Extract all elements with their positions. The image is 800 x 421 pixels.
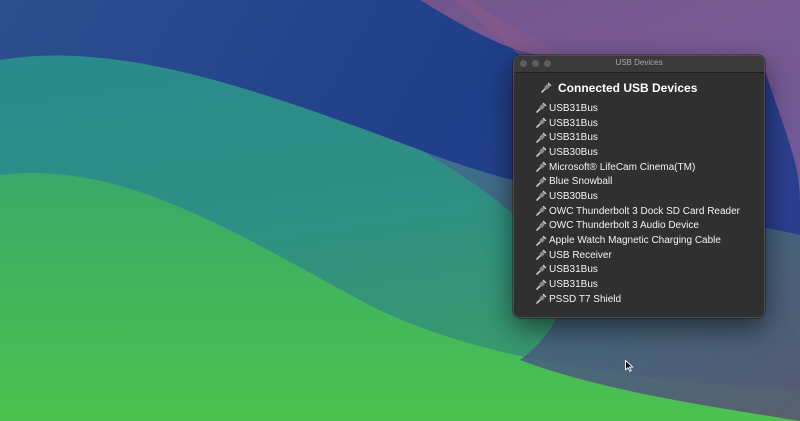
device-list-item: Blue Snowball <box>535 174 764 189</box>
window-title: USB Devices <box>615 58 663 67</box>
usb-plug-icon <box>540 82 552 94</box>
usb-devices-window[interactable]: USB Devices Connected USB Devices USB31B… <box>513 55 765 318</box>
device-list-item: USB30Bus <box>535 189 764 204</box>
device-name: USB31Bus <box>549 117 598 129</box>
usb-plug-icon <box>535 293 547 305</box>
device-name: USB31Bus <box>549 279 598 291</box>
device-name: OWC Thunderbolt 3 Dock SD Card Reader <box>549 205 741 217</box>
usb-device-list: USB31Bus USB31Bus USB31Bus USB30Bus Microsof… <box>514 101 764 307</box>
device-list-item: USB30Bus <box>535 145 764 160</box>
device-list-item: Apple Watch Magnetic Charging Cable <box>535 233 764 248</box>
device-name: USB Receiver <box>549 249 612 261</box>
usb-plug-icon <box>535 161 547 173</box>
usb-plug-icon <box>535 132 547 144</box>
usb-plug-icon <box>535 279 547 291</box>
device-list-item: USB31Bus <box>535 101 764 116</box>
device-name: USB31Bus <box>549 132 598 144</box>
mouse-pointer-icon <box>625 360 634 372</box>
devices-heading: Connected USB Devices <box>558 81 698 95</box>
usb-plug-icon <box>535 102 547 114</box>
usb-plug-icon <box>535 235 547 247</box>
device-list-item: USB31Bus <box>535 277 764 292</box>
device-list-item: USB31Bus <box>535 263 764 278</box>
device-list-item: USB31Bus <box>535 130 764 145</box>
usb-plug-icon <box>535 176 547 188</box>
device-list-item: USB31Bus <box>535 116 764 131</box>
usb-plug-icon <box>535 117 547 129</box>
device-name: Microsoft® LifeCam Cinema(TM) <box>549 161 696 173</box>
device-name: OWC Thunderbolt 3 Audio Device <box>549 220 699 232</box>
device-name: USB30Bus <box>549 190 598 202</box>
device-name: PSSD T7 Shield <box>549 293 622 305</box>
usb-plug-icon <box>535 249 547 261</box>
usb-plug-icon <box>535 264 547 276</box>
device-name: USB31Bus <box>549 264 598 276</box>
device-list-item: PSSD T7 Shield <box>535 292 764 307</box>
window-content: Connected USB Devices USB31Bus USB31Bus US… <box>514 73 764 307</box>
window-titlebar[interactable]: USB Devices <box>514 56 764 73</box>
device-name: USB31Bus <box>549 102 598 114</box>
device-name: USB30Bus <box>549 146 598 158</box>
device-list-item: OWC Thunderbolt 3 Audio Device <box>535 219 764 234</box>
usb-plug-icon <box>535 205 547 217</box>
device-list-item: OWC Thunderbolt 3 Dock SD Card Reader <box>535 204 764 219</box>
device-name: Apple Watch Magnetic Charging Cable <box>549 235 721 247</box>
device-list-item: USB Receiver <box>535 248 764 263</box>
usb-plug-icon <box>535 146 547 158</box>
device-list-item: Microsoft® LifeCam Cinema(TM) <box>535 160 764 175</box>
devices-header: Connected USB Devices <box>540 79 764 97</box>
usb-plug-icon <box>535 220 547 232</box>
device-name: Blue Snowball <box>549 176 613 188</box>
usb-plug-icon <box>535 190 547 202</box>
